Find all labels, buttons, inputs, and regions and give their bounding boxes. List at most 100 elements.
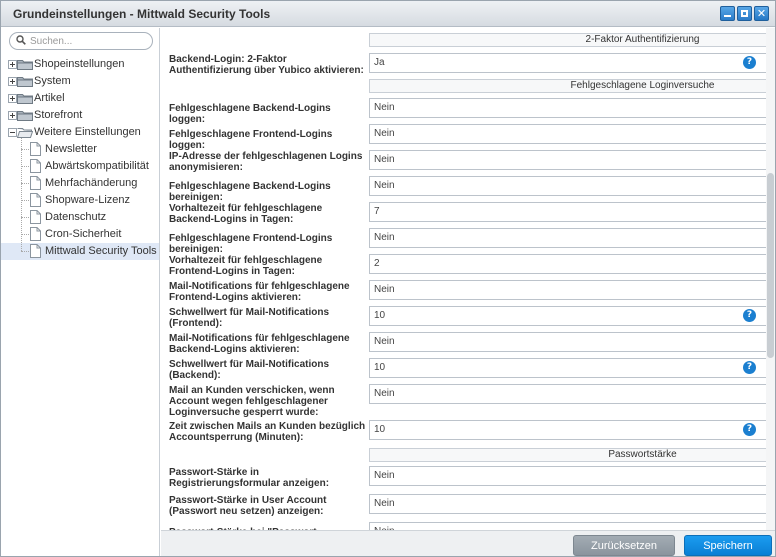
tree-item[interactable]: Abwärtskompatibilität (1, 158, 159, 175)
form-row: Passwort-Stärke in User Account (Passwor… (161, 494, 766, 520)
tree-label: Abwärtskompatibilität (45, 160, 149, 172)
select-field[interactable]: Nein (369, 384, 766, 404)
tree-item[interactable]: Mittwald Security Tools (1, 243, 159, 260)
maximize-icon (741, 10, 748, 17)
tree-folder[interactable]: System (1, 73, 159, 90)
tree-folder[interactable]: Weitere Einstellungen (1, 124, 159, 141)
field-value: Nein (374, 284, 395, 295)
title-bar[interactable]: Grundeinstellungen - Mittwald Security T… (1, 1, 775, 27)
field-value: Nein (374, 154, 395, 165)
field-label: Fehlgeschlagene Backend-Logins bereinige… (169, 181, 331, 203)
document-icon (30, 176, 41, 190)
expand-icon[interactable] (8, 94, 17, 103)
section-header: 2-Faktor Authentifizierung (369, 33, 766, 47)
field-label: Vorhaltezeit für fehlgeschlagene Fronten… (169, 255, 323, 277)
button-bar: Zurücksetzen Speichern (161, 530, 775, 556)
tree-item[interactable]: Mehrfachänderung (1, 175, 159, 192)
select-field[interactable]: Nein (369, 98, 766, 118)
tree-connector (21, 217, 29, 218)
expand-icon[interactable] (8, 77, 17, 86)
close-button[interactable]: ✕ (754, 6, 769, 21)
form-row: Fehlgeschlagene Frontend-Logins bereinig… (161, 228, 766, 255)
field-label: Fehlgeschlagene Frontend-Logins loggen: (169, 129, 333, 151)
select-field[interactable]: Nein (369, 124, 766, 144)
select-field[interactable]: Nein (369, 332, 766, 352)
expand-icon[interactable] (8, 111, 17, 120)
tree-folder[interactable]: Storefront (1, 107, 159, 124)
minimize-button[interactable] (720, 6, 735, 21)
expand-icon[interactable] (8, 60, 17, 69)
field-label: Passwort-Stärke in Registrierungsformula… (169, 467, 330, 489)
folder-icon (17, 94, 33, 104)
tree-folder[interactable]: Artikel (1, 90, 159, 107)
search-box[interactable] (9, 32, 153, 50)
field-value: Nein (374, 232, 395, 243)
select-field[interactable]: Nein (369, 150, 766, 170)
document-icon (30, 142, 41, 156)
tree-item[interactable]: Datenschutz (1, 209, 159, 226)
tree-label: Newsletter (45, 143, 97, 155)
field-label: Schwellwert für Mail-Notifications (Back… (169, 359, 330, 381)
settings-window: Grundeinstellungen - Mittwald Security T… (0, 0, 776, 557)
number-field[interactable]: 10 (369, 358, 766, 378)
minimize-icon (724, 15, 731, 17)
field-label: Passwort-Stärke in User Account (Passwor… (169, 495, 327, 517)
document-icon (30, 159, 41, 173)
tree-label: Datenschutz (45, 211, 107, 223)
number-field[interactable]: 7 (369, 202, 766, 222)
form-row: Fehlgeschlagene Frontend-Logins loggen: N… (161, 124, 766, 151)
form-row: Mail an Kunden verschicken, wenn Account… (161, 384, 766, 418)
folder-open-icon (17, 128, 33, 138)
search-icon (16, 35, 26, 45)
select-field[interactable]: Nein (369, 494, 766, 514)
scrollbar-thumb[interactable] (767, 173, 774, 358)
select-field[interactable]: Nein (369, 466, 766, 486)
tree-label: Cron-Sicherheit (45, 228, 122, 240)
field-label: Zeit zwischen Mails an Kunden bezüglich … (169, 421, 366, 443)
help-icon[interactable]: ? (743, 56, 756, 69)
field-value: Nein (374, 128, 395, 139)
help-icon[interactable]: ? (743, 361, 756, 374)
form-row: Vorhaltezeit für fehlgeschlagene Fronten… (161, 254, 766, 280)
field-label: Fehlgeschlagene Frontend-Logins bereinig… (169, 233, 333, 255)
select-field[interactable]: Nein (369, 228, 766, 248)
tree-label: System (34, 75, 71, 87)
select-field[interactable]: Nein (369, 522, 766, 530)
form-row: Passwort-Stärke bei "Passwort Vergessen"… (161, 522, 766, 530)
reset-button[interactable]: Zurücksetzen (573, 535, 675, 556)
window-controls: ✕ (720, 6, 769, 21)
number-field[interactable]: 10 (369, 420, 766, 440)
number-field[interactable]: 2 (369, 254, 766, 274)
help-icon[interactable]: ? (743, 309, 756, 322)
field-label: Backend-Login: 2-Faktor Authentifizierun… (169, 54, 364, 76)
field-value: Nein (374, 336, 395, 347)
form-row: Mail-Notifications für fehlgeschlagene F… (161, 280, 766, 306)
window-title: Grundeinstellungen - Mittwald Security T… (13, 7, 271, 21)
folder-icon (17, 111, 33, 121)
save-button[interactable]: Speichern (684, 535, 772, 556)
tree-label: Mittwald Security Tools (45, 245, 157, 257)
maximize-button[interactable] (737, 6, 752, 21)
help-icon[interactable]: ? (743, 423, 756, 436)
tree-label: Weitere Einstellungen (34, 126, 141, 138)
tree-folder[interactable]: Shopeinstellungen (1, 56, 159, 73)
field-label: Fehlgeschlagene Backend-Logins loggen: (169, 103, 331, 125)
tree-item[interactable]: Newsletter (1, 141, 159, 158)
vertical-scrollbar[interactable] (766, 28, 775, 530)
field-value: Nein (374, 180, 395, 191)
tree-item[interactable]: Shopware-Lizenz (1, 192, 159, 209)
search-input[interactable] (30, 34, 148, 48)
field-value: Nein (374, 470, 395, 481)
select-field[interactable]: Nein (369, 280, 766, 300)
form-row: Fehlgeschlagene Backend-Logins bereinige… (161, 176, 766, 203)
tree-item[interactable]: Cron-Sicherheit (1, 226, 159, 243)
field-value: 10 (374, 424, 386, 435)
number-field[interactable]: 10 (369, 306, 766, 326)
form-row: Schwellwert für Mail-Notifications (Fron… (161, 306, 766, 332)
select-field[interactable]: Ja (369, 53, 766, 73)
select-field[interactable]: Nein (369, 176, 766, 196)
field-value: 2 (374, 258, 380, 269)
section-header: Passwortstärke (369, 448, 766, 462)
tree-connector (21, 138, 22, 251)
collapse-icon[interactable] (8, 128, 17, 137)
